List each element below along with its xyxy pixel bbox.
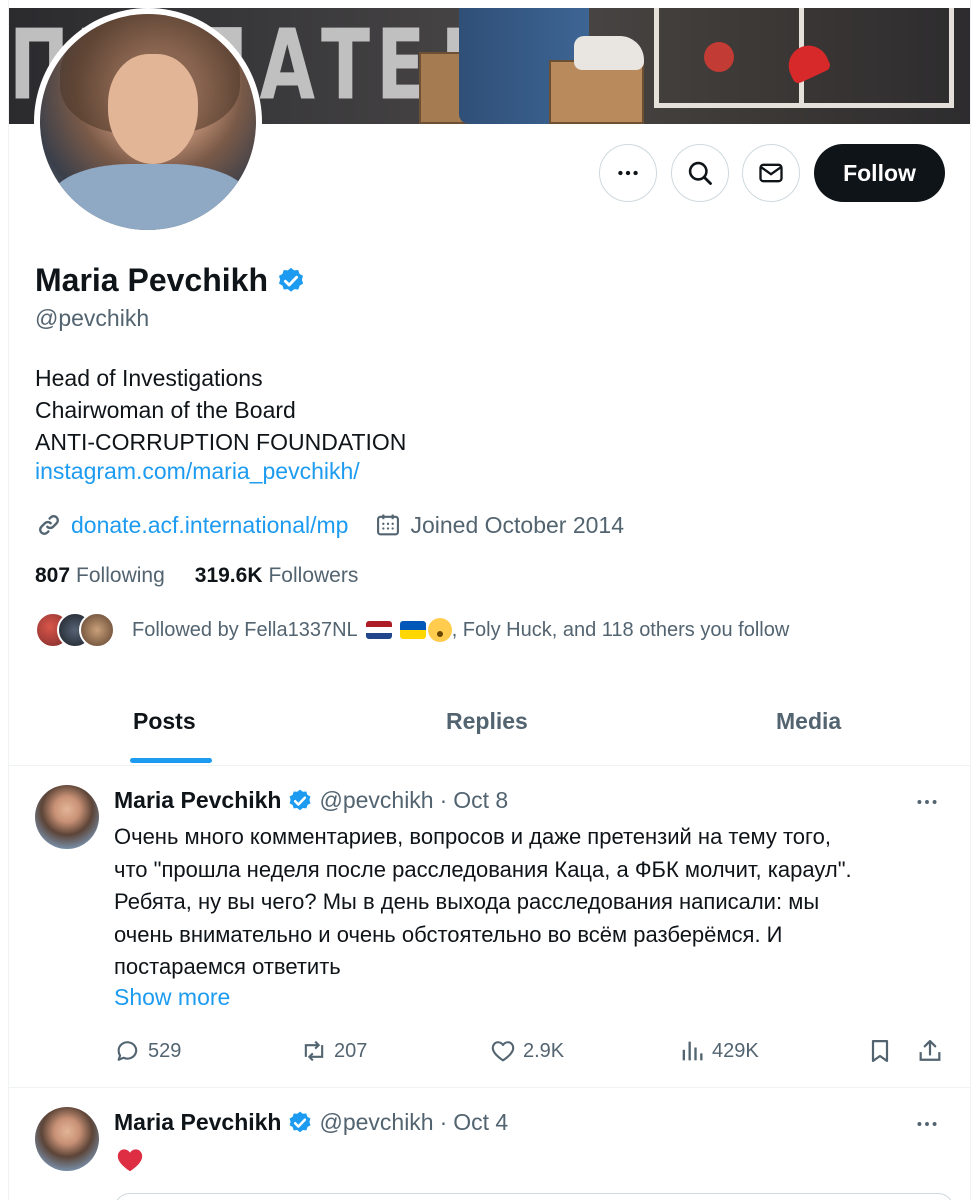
followers-label: Followers: [268, 564, 359, 587]
post-text-line: Ребята, ну вы чего? Мы в день выхода рас…: [114, 889, 820, 914]
more-options-button[interactable]: [599, 144, 657, 202]
follow-button[interactable]: Follow: [814, 144, 945, 202]
profile-page: ПРЕДАТЕЛИ Follow Maria Pevchikh @pevchik…: [0, 0, 972, 1200]
post-author-avatar[interactable]: [35, 1107, 99, 1171]
tab-posts[interactable]: Posts: [133, 708, 196, 735]
bio-instagram-link[interactable]: instagram.com/maria_pevchikh/: [35, 458, 360, 485]
calendar-icon: [377, 514, 400, 536]
heart-outline-icon: [491, 1041, 515, 1062]
following-label: Following: [76, 564, 165, 587]
quoted-post-card[interactable]: [114, 1193, 954, 1200]
post-separator: ·: [439, 787, 448, 813]
post-author-name[interactable]: Maria Pevchikh: [114, 787, 281, 814]
netherlands-flag-icon: [365, 621, 392, 639]
avatar-shirt: [50, 164, 250, 230]
search-icon: [688, 161, 712, 185]
message-button[interactable]: [742, 144, 800, 202]
verified-badge-icon[interactable]: [276, 266, 306, 296]
tab-media[interactable]: Media: [776, 708, 841, 735]
search-profile-button[interactable]: [671, 144, 729, 202]
bio-line: ANTI-CORRUPTION FOUNDATION: [35, 429, 407, 455]
post-header: Maria Pevchikh @pevchikh · Oct 8: [114, 787, 508, 814]
red-heart-icon: [117, 1149, 143, 1172]
analytics-icon: [682, 1041, 703, 1061]
post-actions: 529 207 2.9K 429K: [114, 1037, 954, 1067]
reply-icon: [117, 1041, 138, 1061]
post-more-icon[interactable]: [914, 789, 940, 815]
followers-count: 319.6K: [194, 564, 263, 587]
profile-name-row: Maria Pevchikh: [35, 262, 306, 299]
active-tab-indicator: [130, 758, 212, 763]
followers-link[interactable]: 319.6K Followers: [195, 564, 359, 588]
reply-button[interactable]: 529: [114, 1037, 181, 1065]
post-text: Очень много комментариев, вопросов и даж…: [114, 821, 954, 984]
avatar-face: [108, 54, 198, 164]
profile-tabs: Posts Replies Media: [9, 690, 970, 766]
following-count: 807: [35, 564, 71, 587]
profile-handle: @pevchikh: [35, 305, 150, 331]
post-date[interactable]: Oct 4: [453, 1109, 508, 1136]
bookmark-icon: [871, 1039, 889, 1063]
verified-badge-icon: [290, 1111, 311, 1132]
like-button[interactable]: 2.9K: [489, 1037, 564, 1065]
post-author-avatar[interactable]: [35, 785, 99, 849]
bio-line: Head of Investigations: [35, 365, 263, 391]
profile-name: Maria Pevchikh: [35, 262, 268, 298]
followed-by-text: Followed by Fella1337NL: [132, 618, 358, 641]
link-icon: [39, 515, 59, 535]
like-count: 2.9K: [523, 1039, 565, 1062]
post-text-line: Очень много комментариев, вопросов и даж…: [114, 824, 831, 849]
views-button[interactable]: 429K: [678, 1037, 759, 1065]
post-author-handle[interactable]: @pevchikh: [319, 1109, 433, 1136]
share-button[interactable]: [916, 1037, 950, 1065]
column-border-right: [970, 0, 971, 1200]
tab-replies[interactable]: Replies: [446, 708, 528, 735]
following-link[interactable]: 807 Following: [35, 564, 165, 588]
post-author-handle[interactable]: @pevchikh: [319, 787, 433, 814]
profile-meta: donate.acf.international/mp Joined Octob…: [35, 511, 624, 539]
post-separator: ·: [439, 1109, 448, 1135]
follow-counts: 807 Following 319.6K Followers: [35, 564, 358, 588]
hushed-face-emoji-icon: [427, 618, 452, 642]
follower-avatar: [79, 612, 115, 648]
repost-button[interactable]: 207: [300, 1037, 367, 1065]
profile-bio: Head of Investigations Chairwoman of the…: [35, 362, 406, 458]
follower-avatars: [35, 612, 115, 648]
post-more-icon[interactable]: [914, 1111, 940, 1137]
followed-by-row[interactable]: Followed by Fella1337NL , Foly Huck, and…: [35, 612, 789, 648]
post-text-line: постараемся ответить: [114, 954, 341, 979]
website-link[interactable]: donate.acf.international/mp: [71, 512, 348, 539]
banner-toy: [704, 42, 734, 72]
post-author-name[interactable]: Maria Pevchikh: [114, 1109, 281, 1136]
bookmark-button[interactable]: [866, 1037, 900, 1065]
post[interactable]: Maria Pevchikh @pevchikh · Oct 8 Очень м…: [9, 767, 970, 1088]
post-text-line: очень внимательно и очень обстоятельно в…: [114, 921, 783, 947]
bio-line: Chairwoman of the Board: [35, 397, 296, 423]
profile-avatar[interactable]: [40, 14, 256, 230]
repost-count: 207: [334, 1039, 368, 1062]
envelope-icon: [759, 163, 783, 183]
view-count: 429K: [712, 1039, 759, 1062]
verified-badge-icon: [290, 789, 311, 810]
repost-icon: [304, 1040, 324, 1062]
joined-date: Joined October 2014: [410, 511, 625, 538]
show-more-link[interactable]: Show more: [114, 984, 230, 1011]
ukraine-flag-icon: [399, 621, 426, 639]
share-icon: [919, 1039, 941, 1061]
post-text-line: что "прошла неделя после расследования К…: [114, 856, 852, 882]
more-horizontal-icon: [618, 170, 638, 176]
banner-shoe: [574, 36, 644, 70]
post[interactable]: Maria Pevchikh @pevchikh · Oct 4: [9, 1089, 970, 1200]
followed-by-others: , Foly Huck, and 118 others you follow: [451, 618, 790, 641]
post-date[interactable]: Oct 8: [453, 787, 508, 814]
reply-count: 529: [148, 1039, 182, 1062]
post-header: Maria Pevchikh @pevchikh · Oct 4: [114, 1109, 508, 1136]
